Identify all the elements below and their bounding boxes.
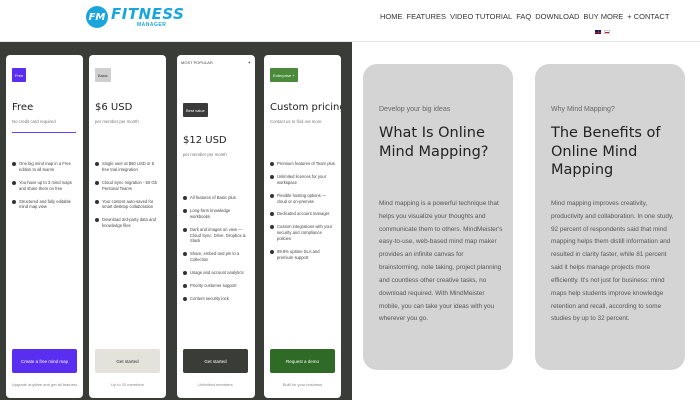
feature-item: One big mind map in a Free edition to al… xyxy=(12,161,79,173)
plan-note: Upgrade anytime and get all features xyxy=(11,382,78,387)
feature-list: All features of Basic plus Long-form kno… xyxy=(183,195,250,309)
star-icon: ✦ xyxy=(247,60,251,65)
plan-card-basic: Basic $6 USD per member per month Single… xyxy=(89,55,166,398)
nav-contact[interactable]: + CONTACT xyxy=(627,12,669,21)
feature-item: Structured and fully editable mind map v… xyxy=(12,199,79,211)
feature-item: Unlimited licences for your workspace xyxy=(270,174,337,186)
feature-item: You have up to 3 mind maps and share the… xyxy=(12,180,79,192)
check-icon xyxy=(183,227,187,232)
check-icon xyxy=(183,208,187,213)
feature-item: Usage and account analytics xyxy=(183,270,250,276)
info-title: What Is Online Mind Mapping? xyxy=(379,125,489,160)
plan-card-enterprise: Enterprise + Custom pricing Contact us t… xyxy=(264,55,341,398)
get-started-pro-button[interactable]: Get started xyxy=(183,349,248,373)
plan-name: Free xyxy=(12,102,34,113)
plan-name: $6 USD xyxy=(95,102,133,113)
info-card-what-is: Develop your big ideas What Is Online Mi… xyxy=(363,64,513,370)
check-icon xyxy=(270,212,274,217)
plan-subtitle: per member per month xyxy=(95,119,139,124)
check-icon xyxy=(95,162,99,166)
feature-item: Your content auto-saved for smart deskto… xyxy=(95,199,162,211)
top-header: FM FITNESS MANAGER HOME FEATURES VIDEO T… xyxy=(0,0,700,42)
feature-item: Download 3rd-party data and knowledge fi… xyxy=(95,217,162,229)
feature-item: Priority customer support xyxy=(183,283,250,289)
feature-list: Single user at $60 USD or 5 free trial i… xyxy=(95,161,162,236)
plan-badge: Enterprise + xyxy=(270,68,298,82)
nav-home[interactable]: HOME xyxy=(380,12,403,21)
plan-card-free: Free Free No credit card required One bi… xyxy=(6,55,83,398)
pricing-panel: Free Free No credit card required One bi… xyxy=(0,42,352,400)
info-body: Mind mapping improves creativity, produc… xyxy=(551,200,674,323)
main-nav: HOME FEATURES VIDEO TUTORIAL FAQ DOWNLOA… xyxy=(380,12,669,21)
feature-item: 99.9% uptime SLA and premium support xyxy=(270,249,337,261)
plan-card-pro: MOST POPULAR ✦ Best value $12 USD per me… xyxy=(177,55,255,398)
plan-badge: Best value xyxy=(183,103,208,117)
feature-item: Custom integrations with your security a… xyxy=(270,224,337,242)
nav-download[interactable]: DOWNLOAD xyxy=(535,12,579,21)
check-icon xyxy=(183,196,187,200)
plan-subtitle: per member per month xyxy=(183,152,227,157)
plan-name: $12 USD xyxy=(183,135,227,146)
check-icon xyxy=(270,225,274,230)
check-icon xyxy=(183,271,187,275)
get-started-basic-button[interactable]: Get started xyxy=(95,349,160,373)
nav-video-tutorial[interactable]: VIDEO TUTORIAL xyxy=(450,12,512,21)
info-title: The Benefits of Online Mind Mapping xyxy=(551,125,661,179)
info-body: Mind mapping is a powerful technique tha… xyxy=(379,200,503,323)
info-kicker: Why Mind Mapping? xyxy=(551,106,615,113)
feature-item: Long-form knowledge workbooks xyxy=(183,208,250,220)
check-icon xyxy=(12,162,16,166)
nav-buy-more[interactable]: BUY MORE xyxy=(583,12,623,21)
feature-item: Share, embed and pin to a Collection xyxy=(183,251,250,263)
plan-subtitle: Contact us to find out more xyxy=(270,119,322,124)
uk-flag-icon[interactable] xyxy=(595,30,601,34)
plan-note: Up to 20 members xyxy=(111,382,144,387)
language-switcher xyxy=(595,30,610,34)
check-icon xyxy=(270,249,274,254)
popular-label: MOST POPULAR ✦ xyxy=(181,60,251,65)
feature-item: Dark and images on view — Cloud Sync, Dr… xyxy=(183,227,250,245)
check-icon xyxy=(95,199,99,204)
nav-faq[interactable]: FAQ xyxy=(516,12,531,21)
logo-badge-icon: FM xyxy=(86,6,108,28)
feature-list: One big mind map in a Free edition to al… xyxy=(12,161,79,217)
request-demo-button[interactable]: Request a demo xyxy=(270,349,335,373)
feature-item: Cloud Sync migration - 50 Gb Personal Te… xyxy=(95,180,162,192)
nav-features[interactable]: FEATURES xyxy=(407,12,446,21)
feature-item: Single user at $60 USD or 5 free trial i… xyxy=(95,161,162,173)
plan-badge: Basic xyxy=(95,68,111,82)
info-kicker: Develop your big ideas xyxy=(379,106,451,113)
feature-item: Premium features of Team plus xyxy=(270,161,337,167)
logo[interactable]: FM FITNESS MANAGER xyxy=(86,6,184,28)
feature-item: Flexible hosting options — cloud or on-p… xyxy=(270,193,337,205)
check-icon xyxy=(95,218,99,223)
feature-list: Premium features of Team plus Unlimited … xyxy=(270,161,337,268)
plan-name: Custom pricing xyxy=(270,102,341,113)
create-free-button[interactable]: Create a free mind map xyxy=(12,349,77,373)
logo-main-text: FITNESS xyxy=(111,4,185,23)
check-icon xyxy=(183,296,187,301)
check-icon xyxy=(95,180,99,185)
feature-item: Content security lock xyxy=(183,296,250,302)
plan-subtitle: No credit card required xyxy=(12,119,56,124)
check-icon xyxy=(12,199,16,204)
feature-item: All features of Basic plus xyxy=(183,195,250,201)
plan-badge: Free xyxy=(12,68,27,82)
page: FM FITNESS MANAGER HOME FEATURES VIDEO T… xyxy=(0,0,700,400)
check-icon xyxy=(270,193,274,198)
plan-note: Built for your business xyxy=(282,382,323,387)
plan-divider xyxy=(12,132,76,133)
info-card-benefits: Why Mind Mapping? The Benefits of Online… xyxy=(535,64,685,370)
feature-item: Dedicated account manager xyxy=(270,211,337,217)
check-icon xyxy=(270,162,274,166)
logo-sub-text: MANAGER xyxy=(137,21,167,28)
check-icon xyxy=(183,252,187,257)
check-icon xyxy=(12,180,16,185)
check-icon xyxy=(270,174,274,179)
check-icon xyxy=(183,283,187,288)
cz-flag-icon[interactable] xyxy=(604,30,610,34)
plan-note: Unlimited members xyxy=(198,382,233,387)
